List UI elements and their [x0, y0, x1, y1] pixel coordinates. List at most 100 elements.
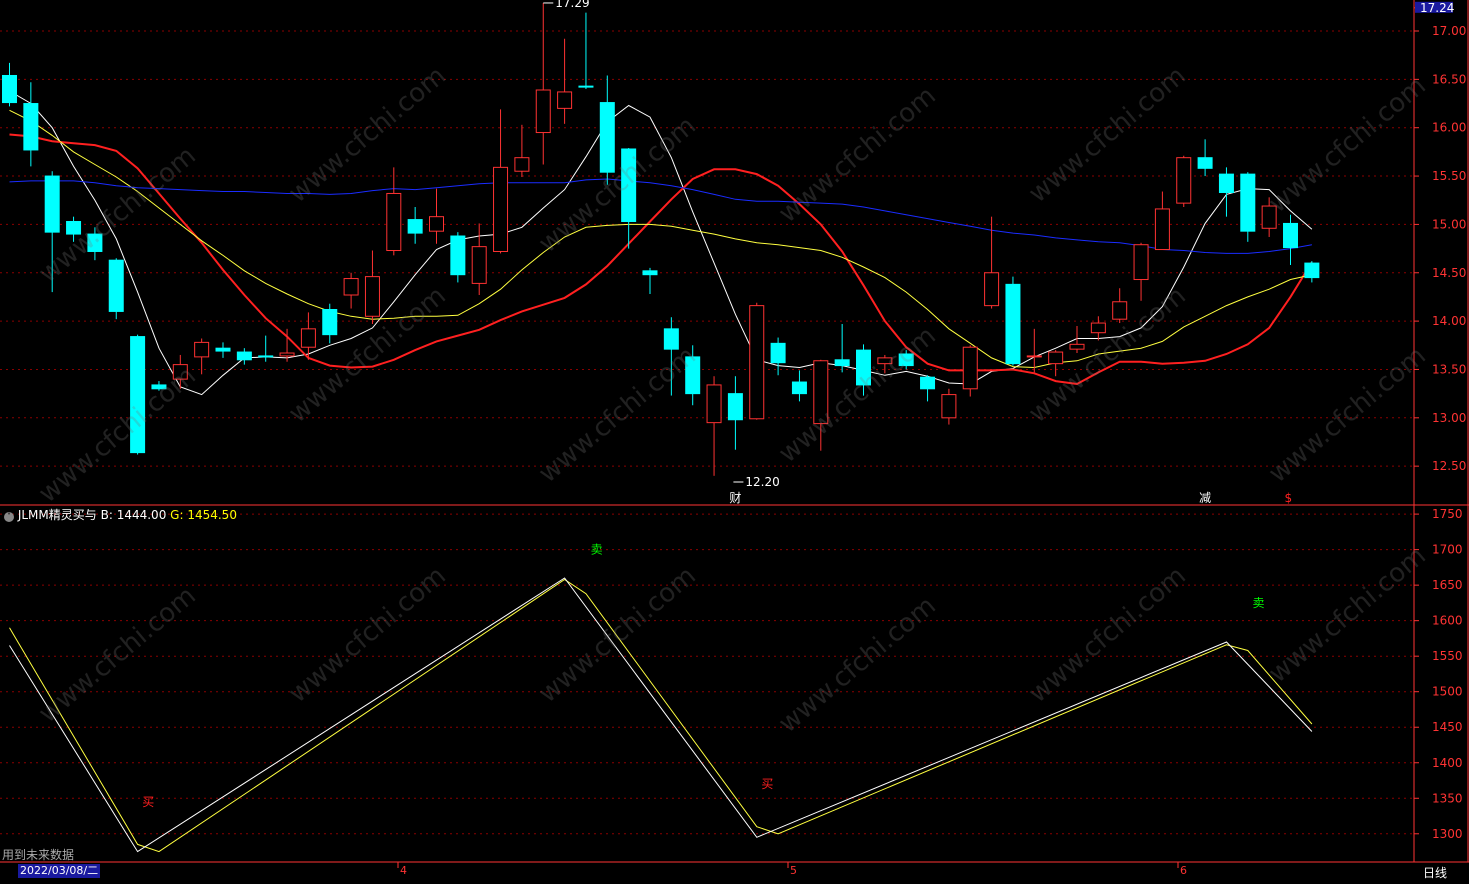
candle-body	[877, 357, 893, 365]
candle-body	[642, 270, 658, 276]
candle-body	[66, 221, 82, 235]
ma-line-3	[9, 178, 1312, 254]
candle-body	[236, 351, 252, 361]
candle-body	[1026, 355, 1042, 358]
candle-body	[108, 259, 124, 312]
price-tick-label: 13.00	[1432, 411, 1466, 425]
candle-body	[1069, 343, 1085, 350]
indicator-tick-label: 1350	[1432, 791, 1463, 805]
price-tick-label: 16.00	[1432, 121, 1466, 135]
candle-body	[1154, 208, 1170, 251]
future-data-note: 用到未来数据	[2, 848, 75, 862]
candle-body	[663, 328, 679, 350]
candle-body	[791, 381, 807, 395]
indicator-name: JLMM精灵买与	[17, 508, 97, 522]
price-tick-label: 14.00	[1432, 314, 1466, 328]
signal-label: 买	[142, 795, 154, 809]
candle-body	[279, 352, 295, 357]
indicator-tick-label: 1450	[1432, 720, 1463, 734]
candle-body	[578, 85, 594, 88]
price-tick-label: 14.50	[1432, 266, 1466, 280]
price-tick-label: 15.00	[1432, 217, 1466, 231]
candle-body	[1176, 157, 1192, 204]
candle-body	[1048, 351, 1064, 365]
x-tick-label: 4	[400, 864, 407, 877]
event-marker: $	[1285, 491, 1293, 505]
candle-body	[685, 356, 701, 395]
candle-body	[834, 359, 850, 367]
candle-body	[706, 384, 722, 424]
candle-body	[429, 216, 444, 232]
indicator-legend: ˅ JLMM精灵买与 B: 1444.00 G: 1454.50	[4, 506, 237, 523]
candle-body	[1005, 283, 1021, 365]
candle-body	[386, 192, 402, 252]
candle-body	[898, 353, 914, 367]
candle-body	[44, 175, 60, 233]
indicator-tick-label: 1700	[1432, 543, 1463, 557]
indicator-tick-label: 1300	[1432, 827, 1463, 841]
signal-label: 买	[761, 777, 773, 791]
candle-body	[172, 364, 188, 380]
candle-body	[1197, 157, 1213, 169]
cursor-date: 2022/03/08/二	[18, 864, 101, 878]
candle-body	[941, 394, 957, 419]
candle-body	[1261, 205, 1277, 229]
candle-body	[920, 376, 936, 390]
candle-body	[813, 360, 829, 425]
candle-body	[450, 235, 466, 276]
candle-body	[749, 305, 765, 420]
candle-body	[1304, 262, 1320, 279]
candle-body	[23, 103, 39, 151]
period-label[interactable]: 日线	[1423, 864, 1447, 881]
candle-body	[87, 233, 103, 252]
indicator-b-label: B:	[100, 508, 113, 522]
indicator-b-line	[9, 577, 1313, 853]
candle-body	[151, 384, 167, 390]
candle-body	[1283, 222, 1298, 249]
high-price-label: 17.29	[555, 0, 589, 10]
candle-body	[1090, 322, 1106, 334]
collapse-icon[interactable]: ˅	[4, 512, 14, 522]
stock-chart: 17.24 17.00 16.50 16.00 15.50 15.00 14.50 14.00…	[0, 0, 1469, 877]
candle-body	[300, 328, 316, 348]
signal-label: 卖	[591, 543, 603, 557]
candle-body	[1112, 301, 1128, 320]
candle-body	[1218, 173, 1234, 193]
candle-body	[1240, 173, 1256, 232]
indicator-g-label: G:	[170, 508, 184, 522]
indicator-b-value: 1444.00	[116, 508, 167, 522]
candle-body	[557, 91, 573, 109]
indicator-tick-label: 1500	[1432, 685, 1463, 699]
candle-body	[493, 166, 509, 252]
event-marker: 减	[1199, 491, 1211, 505]
event-marker: 财	[729, 491, 741, 505]
candle-body	[621, 148, 637, 223]
x-tick-label: 6	[1180, 864, 1187, 877]
candle-body	[258, 355, 274, 358]
candle-body	[727, 393, 743, 421]
candle-body	[770, 342, 786, 364]
candle-body	[856, 349, 871, 386]
signal-label: 卖	[1252, 596, 1264, 610]
candle-body	[984, 272, 1000, 307]
price-tick-label: 12.50	[1432, 459, 1466, 473]
price-tick-label: 17.00	[1432, 24, 1466, 38]
current-price-label: 17.24	[1420, 1, 1454, 15]
candle-body	[130, 336, 146, 454]
candle-body	[2, 74, 17, 104]
price-tick-label: 16.50	[1432, 72, 1466, 86]
indicator-g-value: 1454.50	[187, 508, 237, 522]
candle-body	[322, 309, 338, 336]
candle-body	[535, 89, 551, 134]
indicator-tick-label: 1550	[1432, 649, 1463, 663]
candle-body	[194, 341, 210, 358]
candle-body	[215, 347, 231, 352]
candle-body	[1133, 244, 1149, 281]
candle-body	[962, 346, 978, 390]
x-tick-label: 5	[790, 864, 797, 877]
ma-line-2	[9, 109, 1313, 369]
indicator-tick-label: 1750	[1432, 507, 1463, 521]
candle-body	[364, 276, 380, 317]
candle-body	[514, 157, 530, 172]
price-tick-label: 15.50	[1432, 169, 1466, 183]
